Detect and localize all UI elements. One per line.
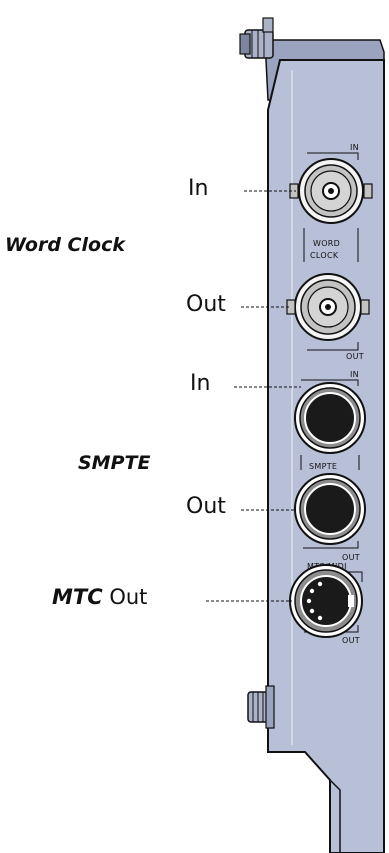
bracket-text-word: WORD: [313, 239, 340, 248]
bracket-text-wc-out: OUT: [346, 352, 364, 361]
bracket-text-clock: CLOCK: [310, 251, 339, 260]
smpte-out-jack[interactable]: [294, 473, 366, 545]
bracket-text-smpte-in: IN: [350, 370, 359, 379]
word-clock-group-label: Word Clock: [5, 234, 125, 256]
mtc-out-label: MTC Out: [52, 585, 147, 609]
mtc-out-text: Out: [109, 585, 148, 609]
bracket-text-smpte: SMPTE: [309, 462, 337, 471]
lower-mounting-screw: [247, 685, 275, 729]
smpte-in-jack[interactable]: [294, 382, 366, 454]
smpte-in-label: In: [190, 371, 211, 396]
mtc-out-din-connector[interactable]: [289, 564, 363, 638]
smpte-out-label: Out: [186, 494, 226, 519]
smpte-group-label: SMPTE: [78, 452, 151, 474]
bracket-text-mtc-out: OUT: [342, 636, 360, 645]
mtc-bold-label: MTC: [52, 585, 103, 609]
word-clock-in-label: In: [188, 176, 209, 201]
bracket-text-smpte-out: OUT: [342, 553, 360, 562]
word-clock-out-label: Out: [186, 292, 226, 317]
pci-bracket-diagram: IN WORD CLOCK OUT IN SMPTE OUT OUT: [206, 17, 385, 853]
bracket-text-wc-in: IN: [350, 143, 359, 152]
